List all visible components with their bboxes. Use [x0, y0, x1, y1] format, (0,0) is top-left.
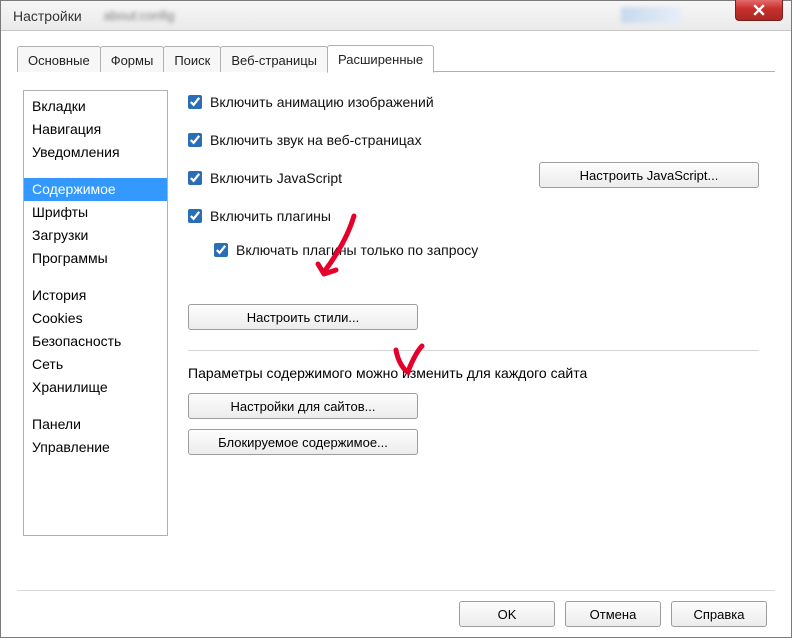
- address-blur: about:config: [104, 8, 175, 23]
- sidebar-item-notifications[interactable]: Уведомления: [24, 141, 167, 164]
- help-button[interactable]: Справка: [671, 601, 767, 627]
- per-site-text: Параметры содержимого можно изменить для…: [188, 365, 759, 381]
- sidebar-item-navigation[interactable]: Навигация: [24, 118, 167, 141]
- dialog-footer: OK Отмена Справка: [17, 590, 775, 627]
- tab-advanced[interactable]: Расширенные: [327, 45, 434, 73]
- sidebar-item-cookies[interactable]: Cookies: [24, 307, 167, 330]
- sidebar-item-storage[interactable]: Хранилище: [24, 376, 167, 399]
- separator: [188, 350, 759, 351]
- sidebar-item-tabs[interactable]: Вкладки: [24, 95, 167, 118]
- titlebar-right-blur: [621, 7, 681, 23]
- tab-forms[interactable]: Формы: [100, 46, 165, 72]
- label-sound: Включить звук на веб-страницах: [210, 132, 422, 148]
- tab-search[interactable]: Поиск: [163, 46, 221, 72]
- checkbox-image-animation[interactable]: [188, 95, 202, 109]
- checkbox-sound[interactable]: [188, 133, 202, 147]
- label-javascript: Включить JavaScript: [210, 170, 342, 186]
- titlebar: Настройки about:config: [1, 1, 791, 31]
- label-image-animation: Включить анимацию изображений: [210, 94, 434, 110]
- sidebar-item-fonts[interactable]: Шрифты: [24, 201, 167, 224]
- checkbox-javascript[interactable]: [188, 171, 202, 185]
- sidebar-item-downloads[interactable]: Загрузки: [24, 224, 167, 247]
- label-plugins: Включить плагины: [210, 208, 331, 224]
- tabstrip: Основные Формы Поиск Веб-страницы Расшир…: [17, 45, 775, 72]
- checkbox-plugins-on-demand[interactable]: [214, 243, 228, 257]
- configure-styles-button[interactable]: Настроить стили...: [188, 304, 418, 330]
- panel: Вкладки Навигация Уведомления Содержимое…: [17, 72, 775, 586]
- close-icon: [753, 4, 765, 16]
- sidebar-item-history[interactable]: История: [24, 284, 167, 307]
- sidebar-item-panels[interactable]: Панели: [24, 413, 167, 436]
- sidebar-item-content[interactable]: Содержимое: [24, 178, 167, 201]
- checkbox-plugins[interactable]: [188, 209, 202, 223]
- sidebar-item-management[interactable]: Управление: [24, 436, 167, 459]
- ok-button[interactable]: OK: [459, 601, 555, 627]
- label-plugins-on-demand: Включать плагины только по запросу: [236, 242, 478, 258]
- window-title: Настройки: [13, 8, 82, 24]
- sidebar-item-network[interactable]: Сеть: [24, 353, 167, 376]
- cancel-button[interactable]: Отмена: [565, 601, 661, 627]
- close-button[interactable]: [735, 0, 783, 21]
- tab-basic[interactable]: Основные: [17, 46, 101, 72]
- sidebar-item-programs[interactable]: Программы: [24, 247, 167, 270]
- main-area: Включить анимацию изображений Включить з…: [188, 90, 769, 582]
- tab-webpages[interactable]: Веб-страницы: [220, 46, 328, 72]
- sidebar-item-security[interactable]: Безопасность: [24, 330, 167, 353]
- blocked-content-button[interactable]: Блокируемое содержимое...: [188, 429, 418, 455]
- configure-javascript-button[interactable]: Настроить JavaScript...: [539, 162, 759, 188]
- sidebar: Вкладки Навигация Уведомления Содержимое…: [23, 90, 168, 536]
- site-settings-button[interactable]: Настройки для сайтов...: [188, 393, 418, 419]
